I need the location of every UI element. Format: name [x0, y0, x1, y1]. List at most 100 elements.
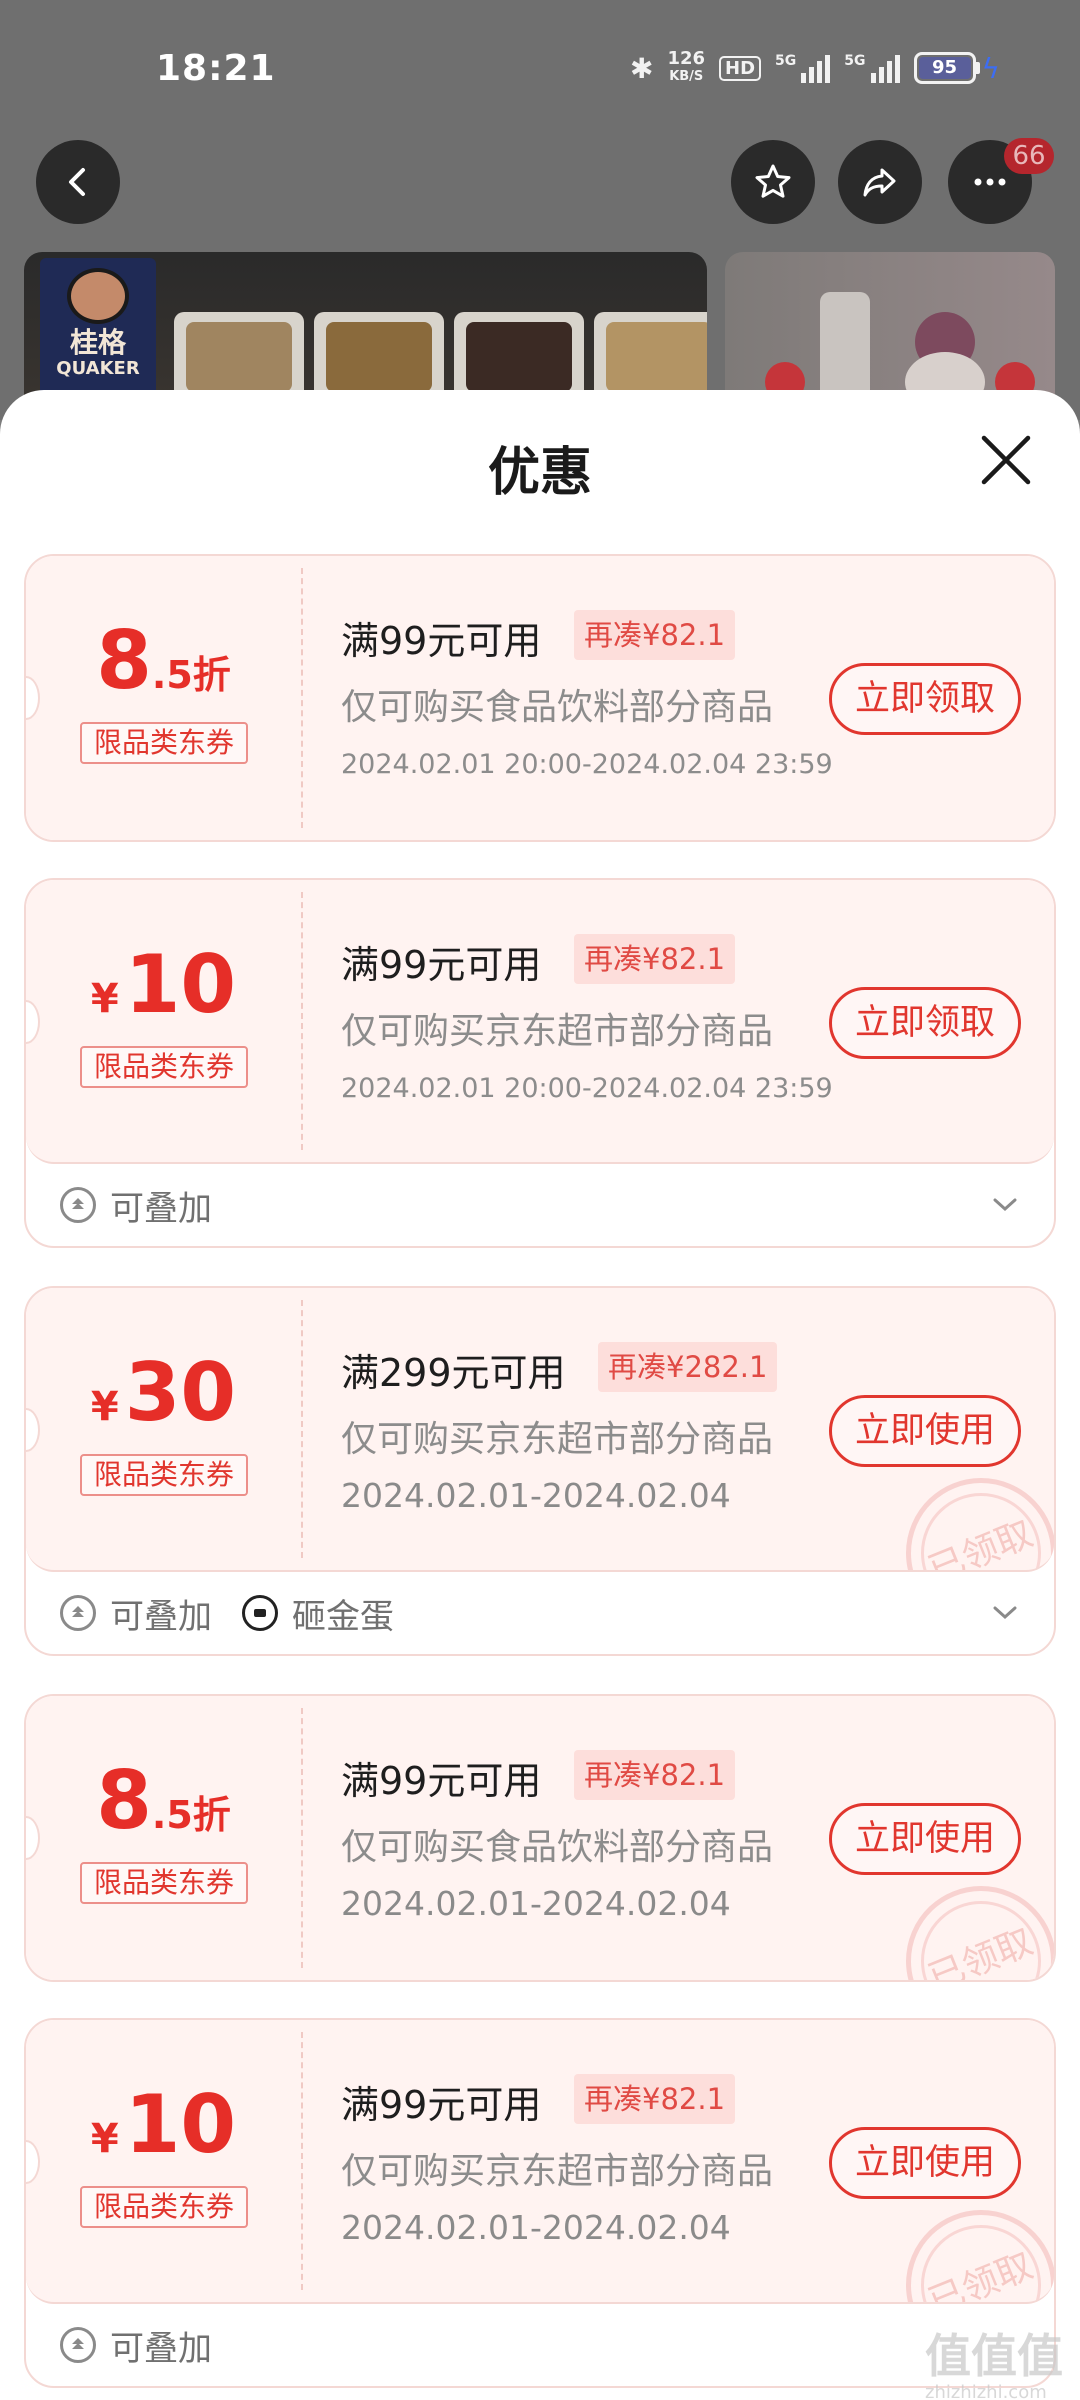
- stackable-label: 可叠加: [110, 1188, 212, 1229]
- coupon-footer[interactable]: 可叠加: [26, 2304, 1054, 2386]
- claimed-stamp: 已领取: [883, 1455, 1054, 1570]
- coupon-type-tag: 限品类东券: [80, 1454, 248, 1496]
- claim-button[interactable]: 立即领取: [829, 663, 1021, 735]
- coupon-card: 8.5折 限品类东券 满99元可用 再凑¥82.1 仅可购买食品饮料部分商品 2…: [24, 554, 1056, 842]
- coupon-type-tag: 限品类东券: [80, 722, 248, 764]
- share-button[interactable]: [838, 140, 922, 224]
- coupon-type-tag: 限品类东券: [80, 1862, 248, 1904]
- coupon-currency: ¥: [90, 976, 119, 1022]
- claim-button[interactable]: 立即领取: [829, 987, 1021, 1059]
- coupon-scope: 仅可购买食品饮料部分商品: [341, 1827, 774, 1868]
- stackable-label: 可叠加: [110, 1596, 212, 1637]
- brand-en: QUAKER: [56, 358, 140, 379]
- battery-icon: 95 ϟ: [913, 52, 1000, 85]
- favorite-button[interactable]: [731, 140, 815, 224]
- sim1-label: 5G: [775, 53, 797, 69]
- status-icons: ✱ 126 KB/S HD 5G 5G 95 ϟ: [630, 50, 1000, 86]
- stackable-tag: 可叠加: [60, 1589, 212, 1638]
- signal-2-icon: 5G: [844, 53, 900, 83]
- watermark: 值值值 zhizhizhi.com: [925, 2320, 1063, 2400]
- coupon-condition: 满99元可用: [341, 943, 542, 987]
- coupon-value: 10: [124, 2078, 237, 2171]
- stack-icon: [60, 1595, 96, 1631]
- coupon-condition: 满299元可用: [341, 1351, 566, 1395]
- chevron-left-icon: [69, 168, 85, 196]
- coupon-body: ¥10 限品类东券 满99元可用 再凑¥82.1 仅可购买京东超市部分商品 20…: [26, 880, 1054, 1164]
- coupon-card: ¥30 限品类东券 满299元可用 再凑¥282.1 仅可购买京东超市部分商品 …: [24, 1286, 1056, 1656]
- star-icon: [755, 164, 791, 198]
- coupon-scope: 仅可购买京东超市部分商品: [341, 2151, 774, 2192]
- coupon-footer[interactable]: 可叠加: [26, 1164, 1054, 1246]
- quaker-logo: 桂格 QUAKER: [40, 258, 156, 408]
- share-icon: [863, 168, 896, 197]
- coupon-type-tag: 限品类东券: [80, 1046, 248, 1088]
- coupon-card: 8.5折 限品类东券 满99元可用 再凑¥82.1 仅可购买食品饮料部分商品 2…: [24, 1694, 1056, 1982]
- coupon-body: 8.5折 限品类东券 满99元可用 再凑¥82.1 仅可购买食品饮料部分商品 2…: [26, 556, 1054, 840]
- net-speed-value: 126: [667, 48, 706, 69]
- product-image-yogurt[interactable]: [725, 252, 1055, 412]
- close-button[interactable]: [976, 430, 1036, 490]
- brand-cn: 桂格: [69, 326, 126, 359]
- watermark-site: zhizhizhi.com: [925, 2382, 1047, 2400]
- coupon-currency: ¥: [90, 2116, 119, 2162]
- use-button[interactable]: 立即使用: [829, 1803, 1021, 1875]
- claimed-stamp: 已领取: [883, 2187, 1054, 2302]
- claimed-stamp: 已领取: [883, 1863, 1054, 1980]
- coupon-type-tag: 限品类东券: [80, 2186, 248, 2228]
- coupon-amount: 8.5折: [26, 616, 301, 706]
- coupon-amount: ¥10: [26, 940, 301, 1030]
- stack-icon: [60, 1187, 96, 1223]
- coupon-date: 2024.02.01 20:00-2024.02.04 23:59: [341, 749, 833, 780]
- coupon-need-more: 再凑¥82.1: [574, 1750, 736, 1800]
- coupon-amount: 8.5折: [26, 1756, 301, 1846]
- coupon-card: ¥10 限品类东券 满99元可用 再凑¥82.1 仅可购买京东超市部分商品 20…: [24, 2018, 1056, 2388]
- status-bar: 18:21 ✱ 126 KB/S HD 5G 5G 95 ϟ: [0, 0, 1080, 140]
- back-button[interactable]: [36, 140, 120, 224]
- coupon-date: 2024.02.01 20:00-2024.02.04 23:59: [341, 1073, 833, 1104]
- coupon-body: ¥10 限品类东券 满99元可用 再凑¥82.1 仅可购买京东超市部分商品 20…: [26, 2020, 1054, 2304]
- coupon-need-more: 再凑¥82.1: [574, 2074, 736, 2124]
- watermark-logo: 值值值: [925, 2329, 1063, 2383]
- stackable-tag: 可叠加: [60, 1181, 212, 1230]
- coupon-amount: ¥30: [26, 1348, 301, 1438]
- golden-egg-icon: [242, 1595, 278, 1631]
- coupon-amount: ¥10: [26, 2080, 301, 2170]
- coupon-currency: ¥: [90, 1384, 119, 1430]
- coupon-condition: 满99元可用: [341, 619, 542, 663]
- coupon-condition: 满99元可用: [341, 1759, 542, 1803]
- sim2-label: 5G: [844, 53, 866, 69]
- net-speed-unit: KB/S: [669, 69, 704, 84]
- coupon-discount-unit: .5折: [151, 1793, 231, 1837]
- coupon-scope: 仅可购买京东超市部分商品: [341, 1419, 774, 1460]
- golden-egg-label: 砸金蛋: [292, 1596, 394, 1637]
- coupon-need-more: 再凑¥82.1: [574, 934, 736, 984]
- product-image-oats[interactable]: 桂格 QUAKER: [24, 252, 707, 412]
- stackable-label: 可叠加: [110, 2328, 212, 2369]
- message-count-badge: 66: [1004, 138, 1054, 174]
- coupon-value: 30: [124, 1346, 237, 1439]
- chevron-down-icon[interactable]: [990, 1190, 1020, 1220]
- more-icon: [974, 178, 1006, 186]
- coupon-scope: 仅可购买京东超市部分商品: [341, 1011, 774, 1052]
- battery-level: 95: [918, 57, 971, 79]
- use-button[interactable]: 立即使用: [829, 2127, 1021, 2199]
- coupon-need-more: 再凑¥282.1: [598, 1342, 778, 1392]
- coupon-footer[interactable]: 可叠加 砸金蛋: [26, 1572, 1054, 1654]
- coupon-condition: 满99元可用: [341, 2083, 542, 2127]
- golden-egg-tag: 砸金蛋: [242, 1589, 394, 1638]
- hd-icon: HD: [719, 55, 762, 81]
- coupon-body: 8.5折 限品类东券 满99元可用 再凑¥82.1 仅可购买食品饮料部分商品 2…: [26, 1696, 1054, 1980]
- net-speed: 126 KB/S: [667, 50, 705, 86]
- chevron-down-icon[interactable]: [990, 1598, 1020, 1628]
- coupon-date: 2024.02.01-2024.02.04: [341, 1884, 731, 1923]
- bluetooth-icon: ✱: [629, 51, 654, 85]
- coupon-scope: 仅可购买食品饮料部分商品: [341, 687, 774, 728]
- coupon-value: 10: [124, 938, 237, 1031]
- signal-1-icon: 5G: [775, 53, 831, 83]
- stackable-tag: 可叠加: [60, 2321, 212, 2370]
- coupon-discount-unit: .5折: [151, 653, 231, 697]
- coupon-need-more: 再凑¥82.1: [574, 610, 736, 660]
- stack-icon: [60, 2327, 96, 2363]
- coupon-date: 2024.02.01-2024.02.04: [341, 1476, 731, 1515]
- use-button[interactable]: 立即使用: [829, 1395, 1021, 1467]
